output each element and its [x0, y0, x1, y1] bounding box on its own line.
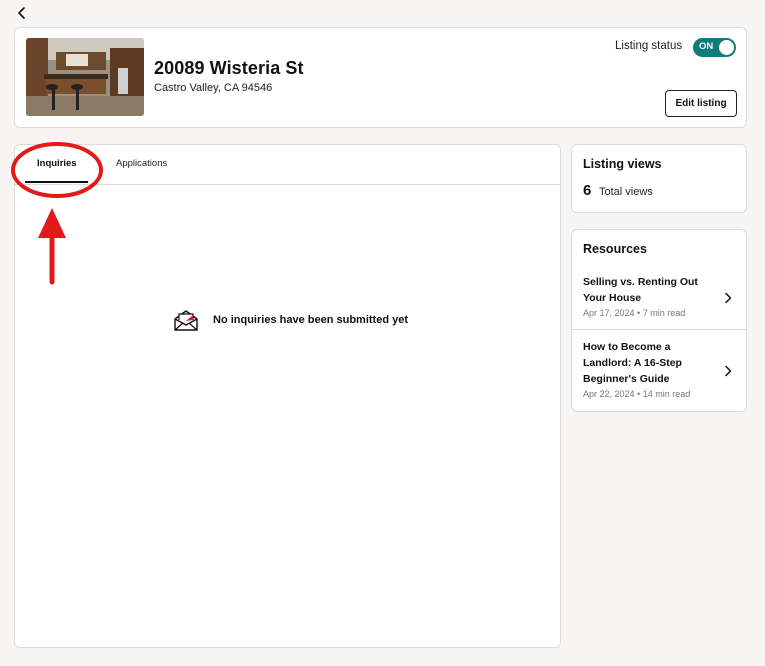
- listing-city-line: Castro Valley, CA 94546: [154, 82, 273, 94]
- resource-meta: Apr 17, 2024 • 7 min read: [583, 308, 686, 318]
- total-views-count: 6: [583, 182, 592, 199]
- listing-address: 20089 Wisteria St: [154, 58, 304, 78]
- inquiries-panel: Inquiries Applications No inquiries have…: [14, 144, 561, 648]
- tab-applications[interactable]: Applications: [116, 158, 167, 169]
- tab-bar: Inquiries Applications: [15, 145, 560, 185]
- resource-item[interactable]: How to Become a Landlord: A 16-Step Begi…: [572, 330, 746, 412]
- back-chevron-icon: [18, 7, 25, 19]
- resource-item[interactable]: Selling vs. Renting Out Your House Apr 1…: [572, 268, 746, 330]
- chevron-right-icon: [725, 292, 732, 304]
- back-button[interactable]: [14, 4, 30, 22]
- tab-inquiries[interactable]: Inquiries: [37, 158, 77, 169]
- resource-title: Selling vs. Renting Out Your House: [583, 276, 698, 304]
- listing-views-title: Listing views: [583, 157, 662, 171]
- empty-state-message: No inquiries have been submitted yet: [213, 314, 408, 326]
- listing-status-label: Listing status: [615, 40, 683, 52]
- listing-header-card: 20089 Wisteria St Castro Valley, CA 9454…: [14, 27, 747, 128]
- total-views-label: Total views: [599, 186, 653, 198]
- toggle-state-text: ON: [699, 41, 714, 52]
- active-tab-indicator: [25, 181, 88, 183]
- resources-card: Resources Selling vs. Renting Out Your H…: [571, 229, 747, 412]
- chevron-right-icon: [725, 365, 732, 377]
- listing-photo[interactable]: [26, 38, 144, 116]
- resource-meta: Apr 22, 2024 • 14 min read: [583, 389, 691, 399]
- toggle-knob: [719, 40, 734, 55]
- envelope-icon: [174, 310, 198, 331]
- empty-state: No inquiries have been submitted yet: [173, 308, 408, 332]
- resource-title: How to Become a Landlord: A 16-Step Begi…: [583, 341, 682, 385]
- edit-listing-button[interactable]: Edit listing: [665, 90, 737, 117]
- listing-views-card: Listing views 6 Total views: [571, 144, 747, 213]
- resources-title: Resources: [583, 242, 647, 256]
- listing-status-toggle[interactable]: ON: [693, 38, 736, 57]
